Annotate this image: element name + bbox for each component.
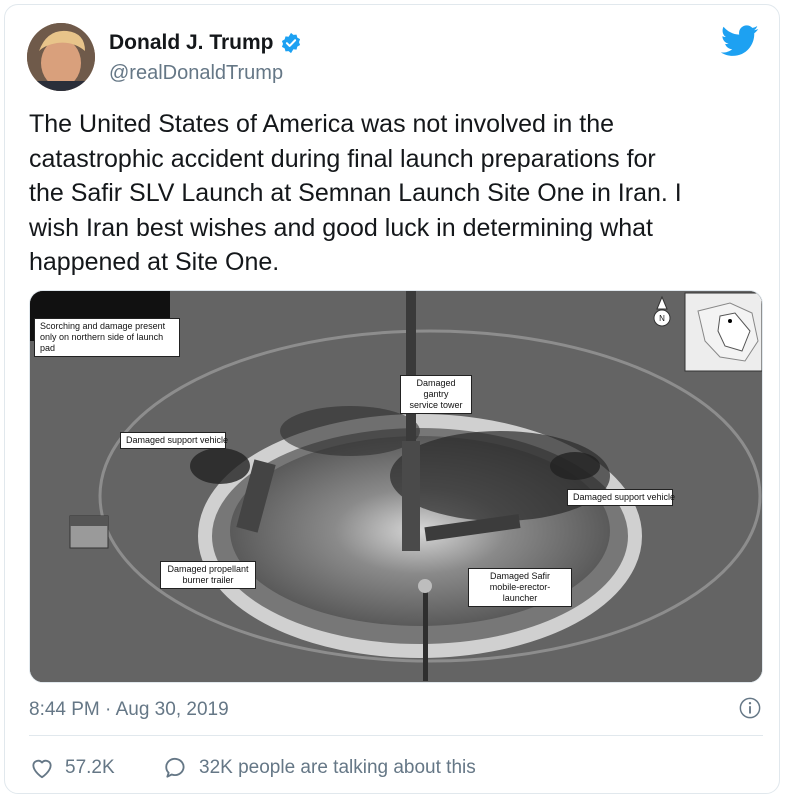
info-icon[interactable] [739, 697, 761, 719]
author-name-row[interactable]: Donald J. Trump [109, 31, 302, 55]
compass-label: N [659, 314, 665, 323]
label-safir-launcher: Damaged Safir mobile-erector-launcher [468, 568, 572, 607]
label-support-vehicle-left: Damaged support vehicle [120, 432, 228, 449]
label-propellant-trailer: Damaged propellant burner trailer [160, 561, 256, 589]
twitter-bird-icon[interactable] [721, 25, 759, 57]
author-name[interactable]: Donald J. Trump [109, 31, 274, 55]
divider [29, 735, 763, 736]
heart-icon [32, 759, 52, 779]
timestamp[interactable]: 8:44 PM · Aug 30, 2019 [29, 699, 229, 721]
like-count: 57.2K [65, 757, 115, 778]
label-support-vehicle-right: Damaged support vehicle [567, 489, 675, 506]
tweet-card: Donald J. Trump @realDonaldTrump The Uni… [4, 4, 780, 794]
label-gantry: Damaged gantry service tower [400, 375, 472, 414]
avatar[interactable] [27, 23, 95, 91]
tweet-image[interactable]: N Scorching and damage present only on n… [29, 290, 763, 683]
reply-button[interactable]: 32K people are talking about this [163, 755, 476, 781]
tweet-text: The United States of America was not inv… [29, 110, 682, 276]
author-handle[interactable]: @realDonaldTrump [109, 62, 283, 85]
speech-bubble-icon [165, 757, 185, 778]
talking-text: 32K people are talking about this [199, 757, 476, 778]
verified-badge-icon [281, 32, 300, 54]
label-scorching: Scorching and damage present only on nor… [34, 318, 180, 357]
like-button[interactable]: 57.2K [29, 755, 115, 781]
